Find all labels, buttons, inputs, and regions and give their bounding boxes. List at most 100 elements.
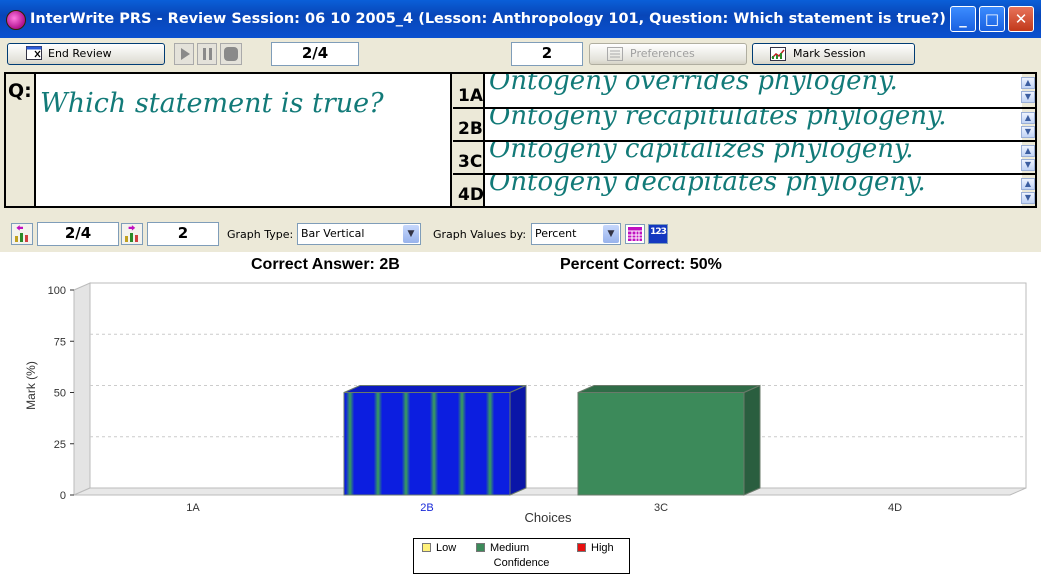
preferences-label: Preferences — [630, 47, 695, 60]
x-tick-label: 4D — [888, 502, 902, 514]
y-tick-label: 75 — [54, 336, 66, 348]
question-box: Which statement is true? — [34, 74, 452, 206]
scroll-down-icon[interactable]: ▼ — [1021, 91, 1035, 103]
y-tick-label: 25 — [54, 439, 66, 451]
scroll-up-icon[interactable]: ▲ — [1021, 112, 1035, 124]
legend-label: Low — [436, 542, 457, 554]
mark-session-button[interactable]: Mark Session — [752, 43, 915, 65]
question-panel: Q: Which statement is true? 1A: Ontogeny… — [4, 72, 1037, 208]
y-tick-label: 50 — [54, 388, 66, 400]
chart-floor — [73, 487, 1027, 496]
graph-type-label: Graph Type: — [227, 228, 294, 241]
graph-values-label: Graph Values by: — [433, 228, 527, 241]
answer-row-1a[interactable]: 1A: Ontogeny overrides phylogeny. ▲ ▼ — [453, 74, 1037, 107]
y-axis-label: Mark (%) — [24, 361, 38, 410]
window-title: InterWrite PRS - Review Session: 06 10 2… — [30, 11, 946, 27]
chart-canvas: 0 25 50 75 100 Mark (%) Choices 1A 2B 3C 4D — [24, 282, 1027, 525]
close-icon: ✕ — [1014, 10, 1028, 28]
graph-responses-count-field: 2 — [147, 222, 219, 246]
minimize-icon: _ — [959, 10, 967, 28]
next-question-button[interactable] — [121, 223, 143, 245]
legend-item-high: High — [577, 542, 614, 554]
scroll-down-icon[interactable]: ▼ — [1021, 159, 1035, 171]
end-review-button[interactable]: End Review — [7, 43, 165, 65]
bar-side — [509, 384, 527, 496]
question-label: Q: — [8, 80, 32, 102]
maximize-button[interactable]: □ — [979, 6, 1005, 32]
close-button[interactable]: ✕ — [1008, 6, 1034, 32]
legend-label: Medium — [490, 542, 530, 554]
bar-side — [743, 384, 761, 496]
question-text: Which statement is true? — [40, 88, 384, 119]
answer-scrollbar[interactable]: ▲ ▼ — [1021, 145, 1035, 172]
chevron-down-icon[interactable]: ▼ — [603, 225, 619, 243]
title-bar: InterWrite PRS - Review Session: 06 10 2… — [0, 0, 1041, 38]
legend-item-medium: Medium — [476, 542, 529, 554]
answer-scrollbar[interactable]: ▲ ▼ — [1021, 178, 1035, 205]
y-tick-label: 100 — [48, 285, 66, 297]
y-tick-label: 0 — [60, 490, 66, 502]
stop-button[interactable] — [220, 43, 242, 65]
scroll-down-icon[interactable]: ▼ — [1021, 126, 1035, 138]
legend-label: High — [591, 542, 614, 554]
prev-chart-icon — [15, 225, 28, 242]
responses-count-field: 2 — [511, 42, 583, 66]
scroll-up-icon[interactable]: ▲ — [1021, 178, 1035, 190]
maximize-icon: □ — [984, 10, 1000, 28]
answer-row-2b[interactable]: 2B: Ontogeny recapitulates phylogeny. ▲ ▼ — [453, 107, 1037, 140]
answer-text: Ontogeny decapitates phylogeny. — [489, 175, 926, 197]
answer-text: Ontogeny recapitulates phylogeny. — [489, 109, 947, 131]
chart-side-wall — [73, 282, 91, 496]
legend-swatch — [476, 543, 485, 552]
answer-scrollbar[interactable]: ▲ ▼ — [1021, 112, 1035, 139]
number-view-button[interactable]: 123 — [648, 224, 668, 244]
graph-type-select[interactable]: Bar Vertical ▼ — [297, 223, 421, 245]
graph-values-value: Percent — [535, 227, 577, 240]
answer-text: Ontogeny capitalizes phylogeny. — [489, 142, 914, 164]
next-chart-icon — [125, 225, 138, 242]
legend: Low Medium High Confidence — [413, 538, 630, 574]
graph-type-value: Bar Vertical — [301, 227, 365, 240]
bar — [577, 392, 745, 496]
x-tick-label: 1A — [186, 502, 200, 514]
prev-question-button[interactable] — [11, 223, 33, 245]
legend-swatch — [422, 543, 431, 552]
end-review-icon — [26, 46, 42, 60]
pause-icon — [203, 48, 206, 60]
app-icon — [6, 10, 26, 30]
legend-item-low: Low — [422, 542, 456, 554]
pause-button[interactable] — [197, 43, 217, 65]
x-axis-label: Choices — [525, 510, 572, 525]
answer-box: Ontogeny capitalizes phylogeny. — [483, 142, 1022, 173]
preferences-icon — [607, 47, 623, 61]
preferences-button[interactable]: Preferences — [589, 43, 747, 65]
scroll-down-icon[interactable]: ▼ — [1021, 192, 1035, 204]
end-review-label: End Review — [48, 47, 112, 60]
question-index-field: 2/4 — [271, 42, 359, 66]
scroll-up-icon[interactable]: ▲ — [1021, 77, 1035, 89]
results-chart: Correct Answer: 2B Percent Correct: 50% … — [0, 252, 1041, 578]
play-icon — [181, 48, 190, 60]
answer-row-3c[interactable]: 3C: Ontogeny capitalizes phylogeny. ▲ ▼ — [453, 140, 1037, 173]
answer-row-4d[interactable]: 4D: Ontogeny decapitates phylogeny. ▲ ▼ — [453, 173, 1037, 206]
bar-top — [577, 385, 761, 393]
answer-box: Ontogeny decapitates phylogeny. — [483, 175, 1022, 206]
answer-box: Ontogeny recapitulates phylogeny. — [483, 109, 1022, 140]
numbers-icon: 123 — [650, 227, 667, 237]
answer-scrollbar[interactable]: ▲ ▼ — [1021, 77, 1035, 104]
x-tick-label: 2B — [420, 502, 433, 514]
play-button[interactable] — [174, 43, 194, 65]
bar-top — [343, 385, 527, 393]
scroll-up-icon[interactable]: ▲ — [1021, 145, 1035, 157]
table-view-button[interactable] — [625, 224, 645, 244]
table-icon — [628, 227, 642, 241]
graph-values-select[interactable]: Percent ▼ — [531, 223, 621, 245]
minimize-button[interactable]: _ — [950, 6, 976, 32]
legend-swatch — [577, 543, 586, 552]
answer-box: Ontogeny overrides phylogeny. — [483, 74, 1022, 107]
graph-question-index-field: 2/4 — [37, 222, 119, 246]
stop-icon — [224, 47, 238, 61]
chevron-down-icon[interactable]: ▼ — [403, 225, 419, 243]
mark-session-icon — [770, 47, 786, 61]
answer-text: Ontogeny overrides phylogeny. — [489, 74, 898, 96]
